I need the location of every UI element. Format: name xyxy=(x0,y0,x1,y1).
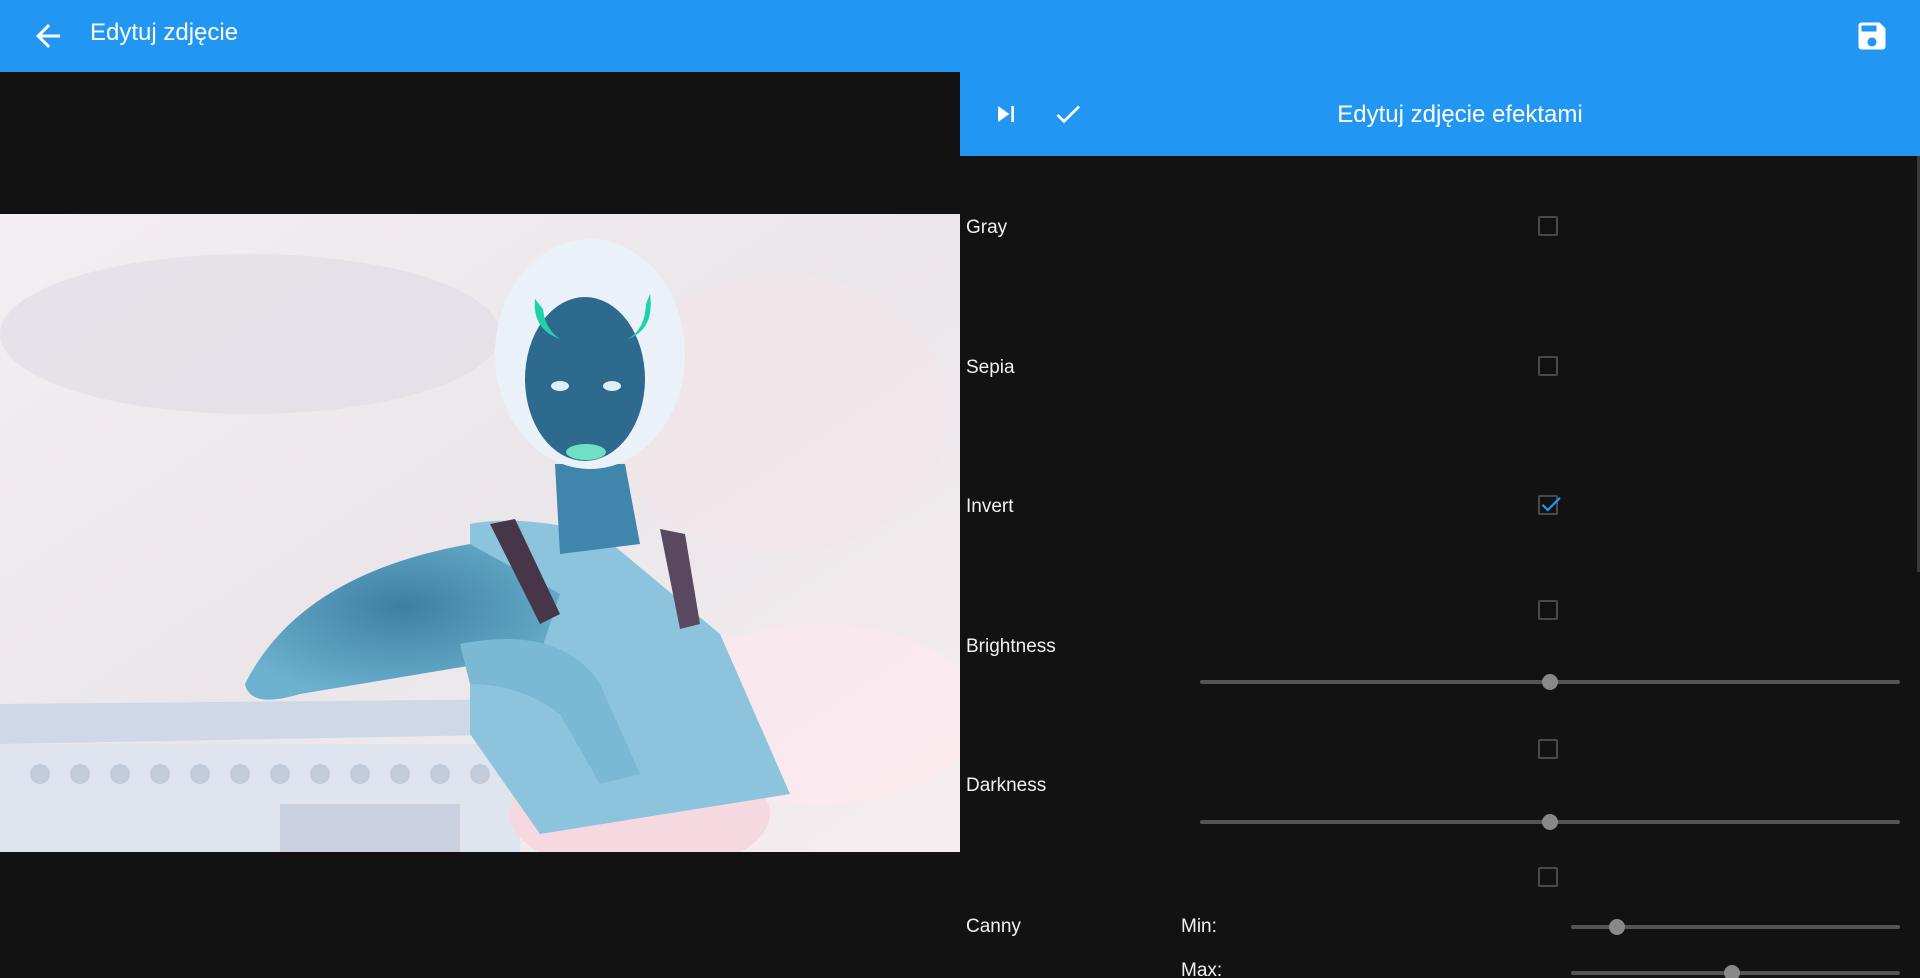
canny-max-slider[interactable] xyxy=(1571,963,1900,978)
sepia-label: Sepia xyxy=(966,357,1015,378)
save-icon[interactable] xyxy=(1854,18,1890,54)
page-title: Edytuj zdjęcie xyxy=(90,19,239,46)
slider-thumb[interactable] xyxy=(1724,965,1741,978)
effects-toolbar: Edytuj zdjęcie efektami xyxy=(960,72,1920,156)
image-viewer xyxy=(0,72,960,978)
canny-label: Canny xyxy=(966,916,1021,937)
effects-panel: Edytuj zdjęcie efektami Gray Sepia Inver… xyxy=(960,72,1920,978)
gray-checkbox[interactable] xyxy=(1538,216,1558,236)
canny-checkbox[interactable] xyxy=(1538,867,1558,887)
darkness-slider[interactable] xyxy=(1200,812,1900,832)
checkmark-icon xyxy=(1541,497,1561,512)
invert-checkbox[interactable] xyxy=(1538,495,1561,515)
back-arrow-icon[interactable] xyxy=(30,18,66,54)
brightness-label: Brightness xyxy=(966,636,1056,657)
slider-thumb[interactable] xyxy=(1542,814,1558,830)
darkness-label: Darkness xyxy=(966,775,1047,796)
darkness-checkbox[interactable] xyxy=(1538,739,1558,759)
slider-thumb[interactable] xyxy=(1609,919,1626,935)
sepia-checkbox[interactable] xyxy=(1538,356,1558,376)
slider-thumb[interactable] xyxy=(1542,674,1558,690)
brightness-slider[interactable] xyxy=(1200,672,1900,692)
canny-min-slider[interactable] xyxy=(1571,917,1900,937)
canny-max-label: Max: xyxy=(1181,960,1223,978)
canny-min-label: Min: xyxy=(1181,916,1217,937)
brightness-checkbox[interactable] xyxy=(1538,600,1558,620)
edited-photo[interactable] xyxy=(0,214,960,852)
invert-label: Invert xyxy=(966,496,1014,517)
effects-title: Edytuj zdjęcie efektami xyxy=(1337,101,1583,128)
gray-label: Gray xyxy=(966,217,1008,238)
app-bar: Edytuj zdjęcie xyxy=(0,0,1920,72)
